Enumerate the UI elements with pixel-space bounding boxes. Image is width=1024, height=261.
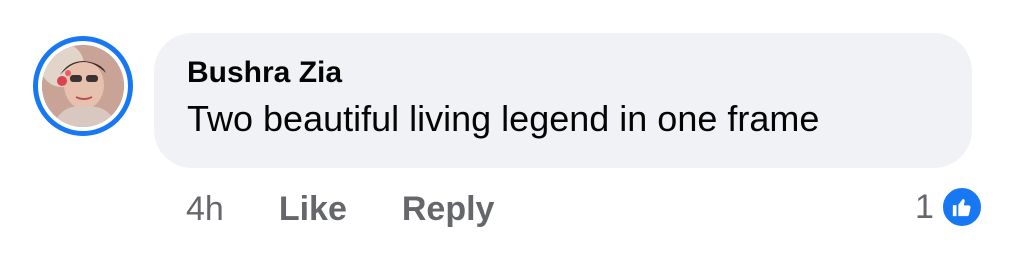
like-button[interactable]: Like [279,190,347,229]
reply-button[interactable]: Reply [402,190,495,229]
reaction-count: 1 [915,187,934,226]
comment-text: Two beautiful living legend in one frame [187,98,820,139]
author-name[interactable]: Bushra Zia [187,55,972,91]
comment-actions: 4h Like Reply [186,187,494,231]
avatar-image [42,45,124,127]
comment-bubble: Bushra Zia Two beautiful living legend i… [154,33,972,168]
avatar[interactable] [33,36,133,136]
timestamp[interactable]: 4h [186,190,224,229]
thumbs-up-icon [939,185,984,229]
comment: Bushra Zia Two beautiful living legend i… [0,0,1024,261]
reaction-summary[interactable]: 1 [915,183,984,231]
